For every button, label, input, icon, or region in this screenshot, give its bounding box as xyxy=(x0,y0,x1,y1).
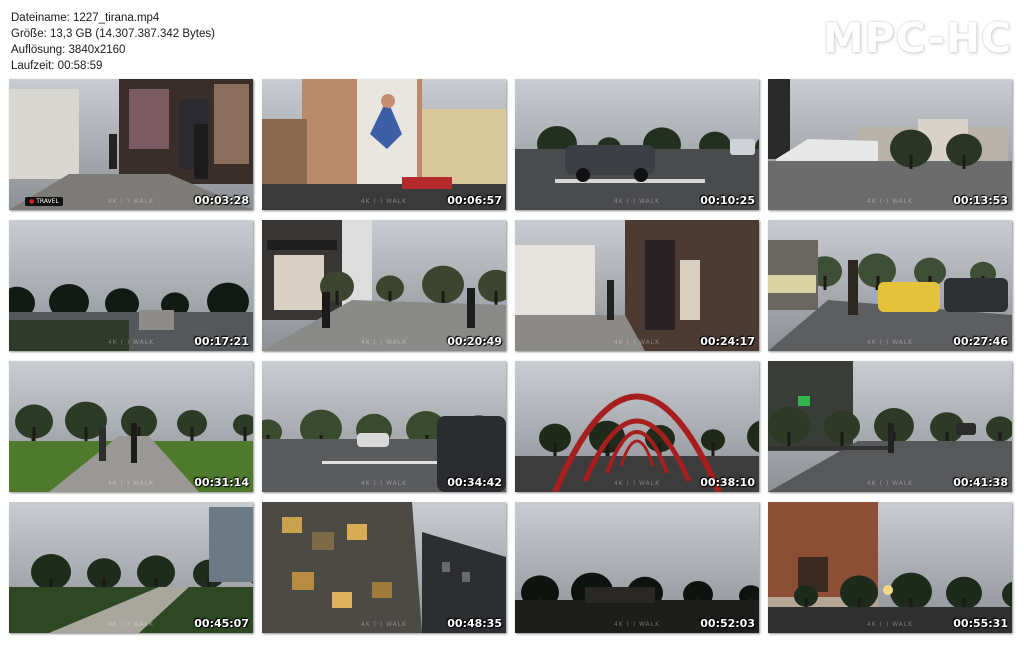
channel-watermark: 4K (·) WALK xyxy=(866,621,914,628)
thumbnail-timestamp: 00:20:49 xyxy=(447,335,502,348)
file-duration: Laufzeit: 00:58:59 xyxy=(11,60,103,72)
file-info: Dateiname: 1227_tirana.mp4 Größe: 13,3 G… xyxy=(11,10,215,74)
thumbnail-timestamp: 00:03:28 xyxy=(194,194,249,207)
video-thumbnail: 4K (·) WALK 00:13:53 xyxy=(768,79,1012,210)
thumbnail-timestamp: 00:48:35 xyxy=(447,617,502,630)
channel-watermark: 4K (·) WALK xyxy=(107,480,155,487)
channel-watermark: 4K (·) WALK xyxy=(360,480,408,487)
thumbnail-frame xyxy=(262,502,506,633)
thumbnail-timestamp: 00:52:03 xyxy=(700,617,755,630)
thumbnail-frame xyxy=(9,361,253,492)
channel-watermark: 4K (·) WALK xyxy=(613,621,661,628)
video-thumbnail: 4K (·) WALK 00:45:07 xyxy=(9,502,253,633)
thumbnail-timestamp: 00:27:46 xyxy=(953,335,1008,348)
channel-watermark: 4K (·) WALK xyxy=(866,198,914,205)
file-size: Größe: 13,3 GB (14.307.387.342 Bytes) xyxy=(11,28,215,40)
video-thumbnail: 4K (·) WALK 00:31:14 xyxy=(9,361,253,492)
thumbnail-frame xyxy=(262,220,506,351)
thumbnail-frame xyxy=(9,79,253,210)
thumbnail-timestamp: 00:45:07 xyxy=(194,617,249,630)
mpc-hc-logo: MPC-HC xyxy=(822,14,1012,62)
video-thumbnail: 4K (·) WALK 00:20:49 xyxy=(262,220,506,351)
video-thumbnail: 4K (·) WALK 00:48:35 xyxy=(262,502,506,633)
file-resolution: Auflösung: 3840x2160 xyxy=(11,44,126,56)
video-thumbnail: 4K (·) WALK 00:24:17 xyxy=(515,220,759,351)
thumbnail-frame xyxy=(768,361,1012,492)
channel-watermark: 4K (·) WALK xyxy=(107,621,155,628)
thumbnail-frame xyxy=(515,502,759,633)
file-name: Dateiname: 1227_tirana.mp4 xyxy=(11,12,160,24)
thumbnail-timestamp: 00:41:38 xyxy=(953,476,1008,489)
thumbnail-timestamp: 00:24:17 xyxy=(700,335,755,348)
channel-watermark: 4K (·) WALK xyxy=(360,198,408,205)
video-thumbnail: 4K (·) WALK 00:17:21 xyxy=(9,220,253,351)
travel-badge: TRAVEL xyxy=(25,197,63,206)
video-thumbnail: 4K (·) WALK 00:55:31 xyxy=(768,502,1012,633)
thumbnail-frame xyxy=(9,502,253,633)
thumbnail-timestamp: 00:38:10 xyxy=(700,476,755,489)
video-thumbnail: 4K (·) WALK 00:52:03 xyxy=(515,502,759,633)
channel-watermark: 4K (·) WALK xyxy=(360,621,408,628)
thumbnail-frame xyxy=(262,361,506,492)
channel-watermark: 4K (·) WALK xyxy=(613,198,661,205)
channel-watermark: 4K (·) WALK xyxy=(866,480,914,487)
thumbnail-frame xyxy=(768,502,1012,633)
thumbnail-timestamp: 00:06:57 xyxy=(447,194,502,207)
thumbnail-timestamp: 00:34:42 xyxy=(447,476,502,489)
video-thumbnail: 4K (·) WALK 00:06:57 xyxy=(262,79,506,210)
thumbnail-timestamp: 00:31:14 xyxy=(194,476,249,489)
channel-watermark: 4K (·) WALK xyxy=(613,480,661,487)
channel-watermark: 4K (·) WALK xyxy=(613,339,661,346)
channel-watermark: 4K (·) WALK xyxy=(866,339,914,346)
thumbnail-timestamp: 00:10:25 xyxy=(700,194,755,207)
thumbnail-timestamp: 00:13:53 xyxy=(953,194,1008,207)
thumbnail-frame xyxy=(768,220,1012,351)
channel-watermark: 4K (·) WALK xyxy=(107,339,155,346)
video-thumbnail: 4K (·) WALK 00:03:28 TRAVEL xyxy=(9,79,253,210)
thumbnail-frame xyxy=(515,220,759,351)
thumbnail-frame xyxy=(515,79,759,210)
thumbnail-frame xyxy=(515,361,759,492)
thumbnail-frame xyxy=(9,220,253,351)
video-thumbnail: 4K (·) WALK 00:41:38 xyxy=(768,361,1012,492)
video-thumbnail: 4K (·) WALK 00:34:42 xyxy=(262,361,506,492)
video-thumbnail: 4K (·) WALK 00:10:25 xyxy=(515,79,759,210)
thumbnail-timestamp: 00:17:21 xyxy=(194,335,249,348)
channel-watermark: 4K (·) WALK xyxy=(360,339,408,346)
video-thumbnail: 4K (·) WALK 00:38:10 xyxy=(515,361,759,492)
thumbnail-frame xyxy=(262,79,506,210)
thumbnail-frame xyxy=(768,79,1012,210)
channel-watermark: 4K (·) WALK xyxy=(107,198,155,205)
video-thumbnail: 4K (·) WALK 00:27:46 xyxy=(768,220,1012,351)
thumbnail-timestamp: 00:55:31 xyxy=(953,617,1008,630)
